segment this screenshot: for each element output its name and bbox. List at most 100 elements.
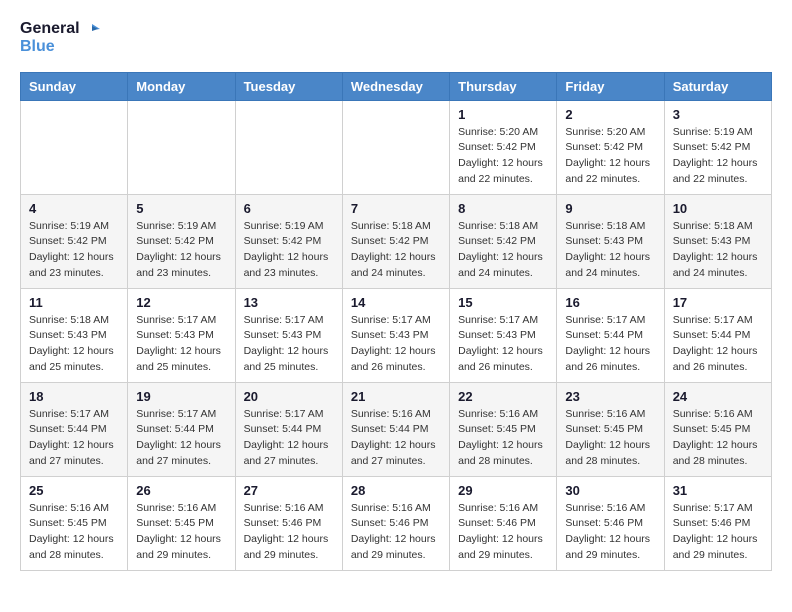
calendar-cell: 19Sunrise: 5:17 AM Sunset: 5:44 PM Dayli… [128,382,235,476]
calendar-cell [128,100,235,194]
day-info: Sunrise: 5:18 AM Sunset: 5:42 PM Dayligh… [458,219,548,282]
calendar-cell: 26Sunrise: 5:16 AM Sunset: 5:45 PM Dayli… [128,476,235,570]
calendar-cell: 2 Sunrise: 5:20 AM Sunset: 5:42 PM Daylig… [557,100,664,194]
calendar-cell: 14 Sunrise: 5:17 AM Sunset: 5:43 PM Dayli… [342,288,449,382]
day-number: 18 [29,389,119,404]
day-header-thursday: Thursday [450,72,557,100]
calendar-week-5: 25Sunrise: 5:16 AM Sunset: 5:45 PM Dayli… [21,476,772,570]
calendar-cell: 3Sunrise: 5:19 AM Sunset: 5:42 PM Daylig… [664,100,771,194]
day-info: Sunrise: 5:20 AM Sunset: 5:42 PM Dayligh… [565,125,655,188]
day-info: Sunrise: 5:18 AM Sunset: 5:43 PM Dayligh… [565,219,655,282]
day-number: 15 [458,295,548,310]
day-header-wednesday: Wednesday [342,72,449,100]
calendar-week-3: 11 Sunrise: 5:18 AM Sunset: 5:43 PM Dayli… [21,288,772,382]
day-number: 2 [565,107,655,122]
day-header-saturday: Saturday [664,72,771,100]
calendar-cell: 4Sunrise: 5:19 AM Sunset: 5:42 PM Daylig… [21,194,128,288]
day-info: Sunrise: 5:16 AM Sunset: 5:45 PM Dayligh… [136,501,226,564]
day-info: Sunrise: 5:16 AM Sunset: 5:46 PM Dayligh… [351,501,441,564]
calendar-cell: 28Sunrise: 5:16 AM Sunset: 5:46 PM Dayli… [342,476,449,570]
day-info: Sunrise: 5:16 AM Sunset: 5:45 PM Dayligh… [673,407,763,470]
day-number: 6 [244,201,334,216]
calendar-cell: 22 Sunrise: 5:16 AM Sunset: 5:45 PM Dayli… [450,382,557,476]
day-header-friday: Friday [557,72,664,100]
calendar-cell: 13 Sunrise: 5:17 AM Sunset: 5:43 PM Dayli… [235,288,342,382]
day-number: 27 [244,483,334,498]
calendar-cell: 21 Sunrise: 5:16 AM Sunset: 5:44 PM Dayli… [342,382,449,476]
day-number: 20 [244,389,334,404]
calendar-cell: 20 Sunrise: 5:17 AM Sunset: 5:44 PM Dayli… [235,382,342,476]
logo-text: General Blue [20,20,100,56]
calendar-cell: 10 Sunrise: 5:18 AM Sunset: 5:43 PM Dayli… [664,194,771,288]
day-info: Sunrise: 5:16 AM Sunset: 5:46 PM Dayligh… [565,501,655,564]
calendar-cell: 12 Sunrise: 5:17 AM Sunset: 5:43 PM Dayli… [128,288,235,382]
day-info: Sunrise: 5:20 AM Sunset: 5:42 PM Dayligh… [458,125,548,188]
day-number: 4 [29,201,119,216]
day-number: 24 [673,389,763,404]
day-number: 23 [565,389,655,404]
calendar-cell: 18 Sunrise: 5:17 AM Sunset: 5:44 PM Dayli… [21,382,128,476]
day-number: 13 [244,295,334,310]
day-info: Sunrise: 5:19 AM Sunset: 5:42 PM Dayligh… [244,219,334,282]
day-number: 14 [351,295,441,310]
day-info: Sunrise: 5:19 AM Sunset: 5:42 PM Dayligh… [673,125,763,188]
calendar-cell: 27 Sunrise: 5:16 AM Sunset: 5:46 PM Dayli… [235,476,342,570]
calendar-cell [342,100,449,194]
calendar-cell: 5 Sunrise: 5:19 AM Sunset: 5:42 PM Daylig… [128,194,235,288]
day-info: Sunrise: 5:17 AM Sunset: 5:43 PM Dayligh… [136,313,226,376]
day-number: 9 [565,201,655,216]
calendar-body: 1 Sunrise: 5:20 AM Sunset: 5:42 PM Daylig… [21,100,772,570]
day-info: Sunrise: 5:17 AM Sunset: 5:46 PM Dayligh… [673,501,763,564]
day-info: Sunrise: 5:17 AM Sunset: 5:43 PM Dayligh… [244,313,334,376]
day-info: Sunrise: 5:19 AM Sunset: 5:42 PM Dayligh… [136,219,226,282]
day-info: Sunrise: 5:17 AM Sunset: 5:44 PM Dayligh… [29,407,119,470]
calendar-table: SundayMondayTuesdayWednesdayThursdayFrid… [20,72,772,571]
calendar-cell: 8 Sunrise: 5:18 AM Sunset: 5:42 PM Daylig… [450,194,557,288]
calendar-cell: 23 Sunrise: 5:16 AM Sunset: 5:45 PM Dayli… [557,382,664,476]
logo-bird-icon [82,20,100,38]
day-number: 17 [673,295,763,310]
calendar-cell: 15Sunrise: 5:17 AM Sunset: 5:43 PM Dayli… [450,288,557,382]
calendar-cell: 11 Sunrise: 5:18 AM Sunset: 5:43 PM Dayli… [21,288,128,382]
calendar-cell: 17Sunrise: 5:17 AM Sunset: 5:44 PM Dayli… [664,288,771,382]
day-info: Sunrise: 5:17 AM Sunset: 5:44 PM Dayligh… [244,407,334,470]
day-number: 19 [136,389,226,404]
day-number: 30 [565,483,655,498]
day-info: Sunrise: 5:16 AM Sunset: 5:45 PM Dayligh… [565,407,655,470]
day-number: 29 [458,483,548,498]
calendar-header: SundayMondayTuesdayWednesdayThursdayFrid… [21,72,772,100]
day-number: 1 [458,107,548,122]
day-header-sunday: Sunday [21,72,128,100]
calendar-cell: 29Sunrise: 5:16 AM Sunset: 5:46 PM Dayli… [450,476,557,570]
day-number: 5 [136,201,226,216]
calendar-cell: 30 Sunrise: 5:16 AM Sunset: 5:46 PM Dayli… [557,476,664,570]
day-info: Sunrise: 5:18 AM Sunset: 5:43 PM Dayligh… [673,219,763,282]
calendar-cell: 7Sunrise: 5:18 AM Sunset: 5:42 PM Daylig… [342,194,449,288]
calendar-cell: 16Sunrise: 5:17 AM Sunset: 5:44 PM Dayli… [557,288,664,382]
calendar-week-4: 18 Sunrise: 5:17 AM Sunset: 5:44 PM Dayli… [21,382,772,476]
calendar-cell: 9 Sunrise: 5:18 AM Sunset: 5:43 PM Daylig… [557,194,664,288]
calendar-cell: 24 Sunrise: 5:16 AM Sunset: 5:45 PM Dayli… [664,382,771,476]
day-info: Sunrise: 5:16 AM Sunset: 5:46 PM Dayligh… [244,501,334,564]
calendar-cell [235,100,342,194]
day-number: 10 [673,201,763,216]
day-number: 11 [29,295,119,310]
day-info: Sunrise: 5:18 AM Sunset: 5:43 PM Dayligh… [29,313,119,376]
day-header-row: SundayMondayTuesdayWednesdayThursdayFrid… [21,72,772,100]
day-number: 8 [458,201,548,216]
day-number: 31 [673,483,763,498]
day-info: Sunrise: 5:16 AM Sunset: 5:45 PM Dayligh… [29,501,119,564]
day-info: Sunrise: 5:17 AM Sunset: 5:43 PM Dayligh… [351,313,441,376]
day-info: Sunrise: 5:16 AM Sunset: 5:44 PM Dayligh… [351,407,441,470]
calendar-cell: 25Sunrise: 5:16 AM Sunset: 5:45 PM Dayli… [21,476,128,570]
day-number: 22 [458,389,548,404]
calendar-cell [21,100,128,194]
page-header: General Blue [20,20,772,56]
day-info: Sunrise: 5:16 AM Sunset: 5:45 PM Dayligh… [458,407,548,470]
calendar-cell: 1 Sunrise: 5:20 AM Sunset: 5:42 PM Daylig… [450,100,557,194]
day-header-monday: Monday [128,72,235,100]
day-number: 12 [136,295,226,310]
day-number: 7 [351,201,441,216]
calendar-week-2: 4 Sunrise: 5:19 AM Sunset: 5:42 PM Daylig… [21,194,772,288]
day-number: 21 [351,389,441,404]
